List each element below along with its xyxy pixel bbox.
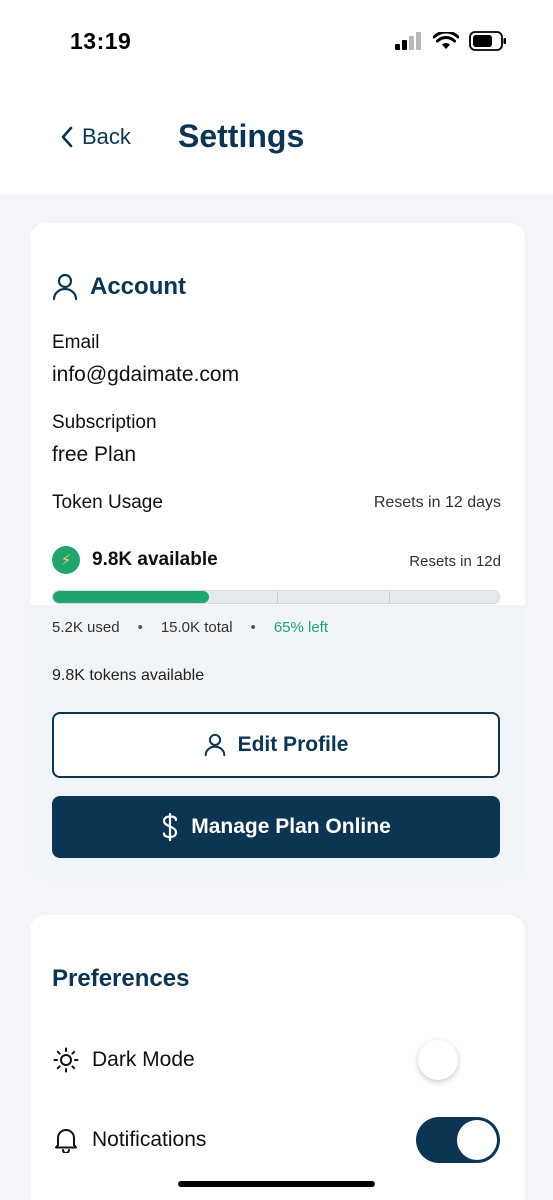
- token-usage-reset: Resets in 12 days: [373, 494, 501, 511]
- token-stats: 5.2K used • 15.0K total • 65% left: [52, 619, 328, 636]
- toggle-knob: [457, 1120, 497, 1160]
- edit-profile-button[interactable]: Edit Profile: [52, 712, 500, 778]
- email-value: info@gdaimate.com: [52, 363, 240, 386]
- sun-icon: [52, 1047, 80, 1073]
- pref-row-notifications: Notifications: [52, 1117, 500, 1163]
- status-icons: [395, 31, 507, 51]
- subscription-label: Subscription: [52, 412, 157, 433]
- wifi-icon: [433, 31, 459, 49]
- dark-mode-toggle[interactable]: [416, 1037, 500, 1083]
- token-progress-fill: [53, 591, 210, 603]
- page-title: Settings: [178, 118, 305, 154]
- separator-dot: •: [250, 619, 256, 636]
- token-usage-label: Token Usage: [52, 492, 163, 513]
- token-progress-bar: [52, 590, 500, 604]
- user-icon: [204, 733, 225, 757]
- separator-dot: •: [137, 619, 143, 636]
- dollar-icon: [163, 813, 178, 841]
- header: Back Settings: [0, 80, 553, 194]
- status-bar: 13:19: [0, 0, 553, 80]
- bell-icon: [52, 1127, 80, 1153]
- back-button[interactable]: Back: [60, 124, 131, 150]
- pref-row-dark-mode: Dark Mode: [52, 1037, 500, 1083]
- edit-profile-label: Edit Profile: [237, 733, 349, 756]
- back-label: Back: [82, 124, 131, 149]
- account-section-header: Account: [52, 273, 186, 301]
- notifications-label: Notifications: [92, 1128, 207, 1151]
- chevron-left-icon: [61, 126, 73, 148]
- battery-icon: [469, 31, 506, 51]
- available-text: 9.8K available: [92, 549, 218, 570]
- dark-mode-label: Dark Mode: [92, 1048, 195, 1071]
- progress-tick: [277, 591, 278, 603]
- email-label: Email: [52, 332, 100, 353]
- tokens-used: 5.2K used: [52, 619, 120, 636]
- user-icon: [52, 273, 78, 301]
- tokens-total: 15.0K total: [160, 619, 233, 636]
- subscription-value: free Plan: [52, 443, 137, 466]
- available-row: ⚡ 9.8K available: [52, 546, 218, 574]
- signal-icon: [395, 32, 421, 50]
- progress-tick: [389, 591, 390, 603]
- preferences-title: Preferences: [52, 965, 190, 992]
- preferences-card: Preferences Dark Mode Notifications: [30, 915, 525, 1200]
- manage-plan-label: Manage Plan Online: [191, 815, 391, 838]
- home-indicator: [178, 1181, 375, 1187]
- lightning-icon: ⚡: [52, 546, 80, 574]
- account-card: Account Email info@gdaimate.com Subscrip…: [30, 223, 525, 881]
- toggle-knob: [418, 1040, 458, 1080]
- manage-plan-button[interactable]: Manage Plan Online: [52, 796, 500, 858]
- notifications-toggle[interactable]: [416, 1117, 500, 1163]
- tokens-available-text: 9.8K tokens available: [52, 667, 205, 684]
- reset-short: Resets in 12d: [409, 553, 501, 570]
- tokens-left: 65% left: [273, 619, 329, 636]
- account-title: Account: [90, 273, 186, 300]
- status-time: 13:19: [70, 28, 132, 54]
